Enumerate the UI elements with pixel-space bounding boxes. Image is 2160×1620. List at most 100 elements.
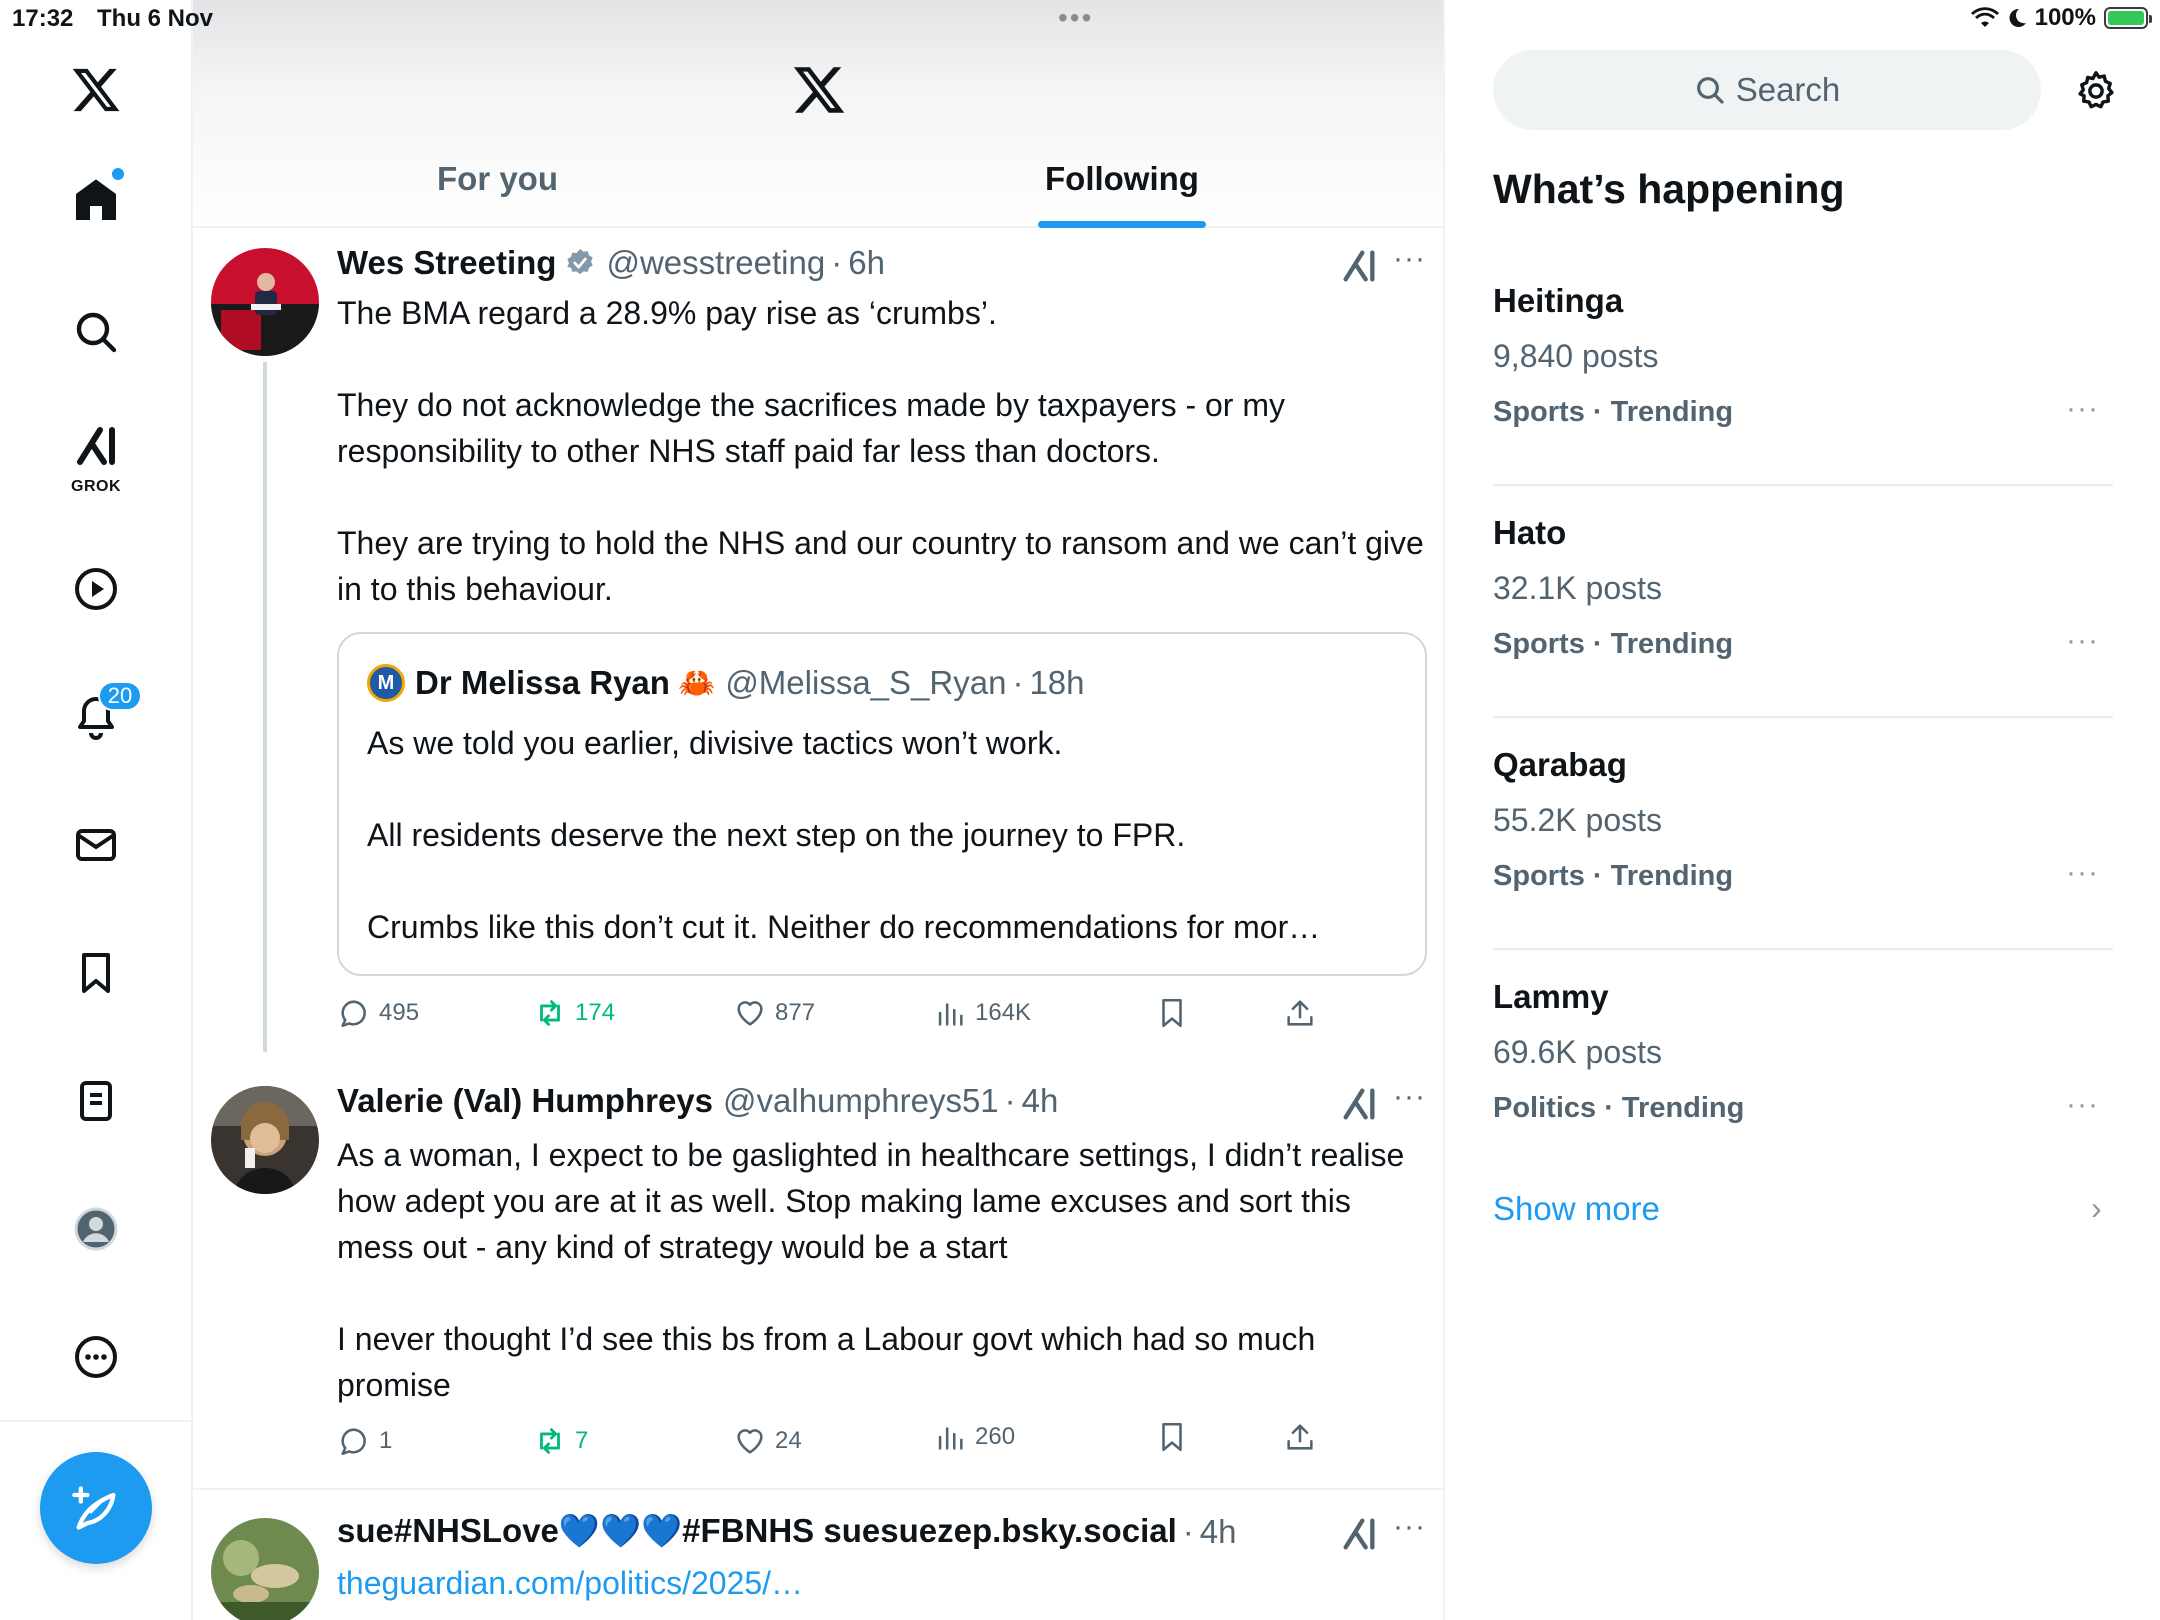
battery-icon bbox=[2104, 7, 2152, 29]
post-text: The BMA regard a 28.9% pay rise as ‘crum… bbox=[337, 295, 1424, 607]
bookmark-button[interactable] bbox=[1155, 1420, 1189, 1454]
author-name[interactable]: Valerie (Val) Humphreys bbox=[337, 1082, 713, 1120]
like-button[interactable]: 877 bbox=[733, 996, 815, 1030]
multitasking-dots[interactable]: ••• bbox=[1058, 2, 1093, 34]
nav-divider bbox=[0, 1420, 193, 1422]
post-item[interactable]: Valerie (Val) Humphreys @valhumphreys51 … bbox=[193, 1070, 1443, 1490]
trend-item[interactable]: Lammy 69.6K posts Politics · Trending ··… bbox=[1493, 978, 2113, 1210]
grok-icon[interactable] bbox=[1339, 246, 1379, 286]
repost-button[interactable]: 174 bbox=[533, 996, 615, 1030]
avatar[interactable] bbox=[211, 248, 319, 356]
like-count: 24 bbox=[775, 1427, 802, 1454]
avatar[interactable] bbox=[211, 1518, 319, 1620]
home-unread-dot bbox=[112, 168, 124, 180]
author-handle[interactable]: @wesstreeting bbox=[606, 244, 825, 282]
status-date: Thu 6 Nov bbox=[97, 5, 214, 32]
trend-more-icon[interactable]: ··· bbox=[2066, 856, 2099, 890]
post-link[interactable]: theguardian.com/politics/2025/… bbox=[337, 1560, 1427, 1606]
repost-icon bbox=[540, 1428, 560, 1454]
nav-notifications[interactable]: 20 bbox=[52, 673, 142, 761]
trend-divider bbox=[1493, 948, 2113, 950]
search-input[interactable]: Search bbox=[1493, 50, 2041, 130]
reply-button[interactable]: 495 bbox=[337, 996, 419, 1030]
nav-home[interactable] bbox=[52, 156, 140, 244]
like-count: 877 bbox=[775, 999, 816, 1026]
post-time[interactable]: 6h bbox=[848, 244, 885, 282]
nav-messages[interactable] bbox=[52, 801, 140, 889]
post-time[interactable]: 4h bbox=[1200, 1513, 1237, 1551]
right-sidebar: Search What’s happening Heitinga 9,840 p… bbox=[1445, 0, 2160, 1620]
play-circle-icon bbox=[75, 568, 117, 610]
post-actions: 495 174 877 164K bbox=[337, 996, 1397, 1040]
post-more-icon[interactable]: ··· bbox=[1393, 1510, 1426, 1544]
share-button[interactable] bbox=[1283, 1420, 1317, 1454]
avatar[interactable] bbox=[211, 1086, 319, 1194]
post-item[interactable]: sue#NHSLove💙💙💙#FBNHS suesuezep.bsky.soci… bbox=[193, 1490, 1443, 1620]
chevron-right-icon[interactable]: › bbox=[2091, 1190, 2102, 1227]
thread-line bbox=[263, 362, 267, 1052]
post-more-icon[interactable]: ··· bbox=[1393, 242, 1426, 276]
quote-author-name: Dr Melissa Ryan bbox=[415, 664, 670, 701]
share-button[interactable] bbox=[1283, 996, 1317, 1030]
reply-count: 495 bbox=[379, 999, 420, 1026]
post-header: Valerie (Val) Humphreys @valhumphreys51 … bbox=[337, 1082, 1058, 1120]
nav-bookmarks[interactable] bbox=[52, 929, 140, 1017]
nav-grok[interactable]: GROK bbox=[52, 410, 140, 498]
nav-search[interactable] bbox=[52, 288, 140, 376]
views-button[interactable]: 164K bbox=[933, 996, 1031, 1030]
reply-icon bbox=[341, 1428, 366, 1456]
grok-icon[interactable] bbox=[1339, 1084, 1379, 1124]
author-name[interactable]: Wes Streeting bbox=[337, 244, 556, 282]
gear-icon[interactable] bbox=[2073, 68, 2119, 114]
nav-video[interactable] bbox=[52, 545, 140, 633]
post-time[interactable]: 4h bbox=[1022, 1082, 1059, 1120]
notification-badge: 20 bbox=[98, 681, 142, 711]
quoted-post[interactable]: M Dr Melissa Ryan 🦀 @Melissa_S_Ryan · 18… bbox=[337, 632, 1427, 976]
quote-header: M Dr Melissa Ryan 🦀 @Melissa_S_Ryan · 18… bbox=[367, 664, 1085, 702]
status-time: 17:32 bbox=[12, 5, 74, 32]
post-more-icon[interactable]: ··· bbox=[1393, 1080, 1426, 1114]
repost-button[interactable]: 7 bbox=[533, 1424, 588, 1458]
trend-divider bbox=[1493, 716, 2113, 718]
nav-more[interactable] bbox=[52, 1313, 140, 1401]
trend-meta: Politics · Trending bbox=[1493, 1092, 1745, 1124]
trend-item[interactable]: Qarabag 55.2K posts Sports · Trending ··… bbox=[1493, 746, 2113, 978]
like-button[interactable]: 24 bbox=[733, 1424, 802, 1458]
trend-meta: Sports · Trending bbox=[1493, 860, 1734, 892]
list-icon bbox=[80, 1081, 112, 1121]
moon-icon bbox=[2009, 8, 2026, 27]
trend-item[interactable]: Hato 32.1K posts Sports · Trending ··· bbox=[1493, 514, 2113, 746]
trend-item[interactable]: Heitinga 9,840 posts Sports · Trending ·… bbox=[1493, 282, 2113, 514]
views-icon bbox=[938, 1003, 963, 1026]
trend-posts: 9,840 posts bbox=[1493, 338, 1659, 374]
trend-title: Heitinga bbox=[1493, 282, 1624, 319]
quote-text: As we told you earlier, divisive tactics… bbox=[367, 725, 1321, 945]
author-name[interactable]: sue#NHSLove💙💙💙#FBNHS suesuezep.bsky.soci… bbox=[337, 1512, 1177, 1551]
separator-dot: · bbox=[1182, 1512, 1194, 1550]
nav-lists[interactable] bbox=[52, 1057, 140, 1145]
show-more-link[interactable]: Show more bbox=[1493, 1190, 1660, 1228]
x-logo-icon[interactable] bbox=[52, 46, 140, 134]
x-logo-icon[interactable] bbox=[791, 62, 847, 118]
post-text: As a woman, I expect to be gaslighted in… bbox=[337, 1137, 1405, 1403]
trend-more-icon[interactable]: ··· bbox=[2066, 624, 2099, 658]
compose-post-button[interactable] bbox=[40, 1452, 152, 1564]
author-handle[interactable]: @valhumphreys51 bbox=[723, 1082, 999, 1120]
nav-profile[interactable] bbox=[52, 1185, 140, 1273]
tab-following[interactable]: Following bbox=[1045, 160, 1199, 198]
trend-more-icon[interactable]: ··· bbox=[2066, 392, 2099, 426]
separator-dot: · bbox=[831, 244, 843, 281]
trend-more-icon[interactable]: ··· bbox=[2066, 1088, 2099, 1122]
bookmark-icon bbox=[1162, 998, 1182, 1028]
grok-icon bbox=[77, 427, 115, 465]
views-count: 260 bbox=[975, 1423, 1016, 1450]
tab-for-you[interactable]: For you bbox=[437, 160, 558, 198]
crab-emoji: 🦀 bbox=[677, 666, 716, 700]
bookmark-button[interactable] bbox=[1155, 996, 1189, 1030]
post-item[interactable]: Wes Streeting @wesstreeting · 6h ··· The… bbox=[193, 228, 1443, 1088]
reply-button[interactable]: 1 bbox=[337, 1424, 392, 1458]
views-button[interactable]: 260 bbox=[933, 1420, 1015, 1454]
active-tab-indicator bbox=[1038, 221, 1206, 228]
trend-meta: Sports · Trending bbox=[1493, 628, 1734, 660]
grok-icon[interactable] bbox=[1339, 1514, 1379, 1554]
